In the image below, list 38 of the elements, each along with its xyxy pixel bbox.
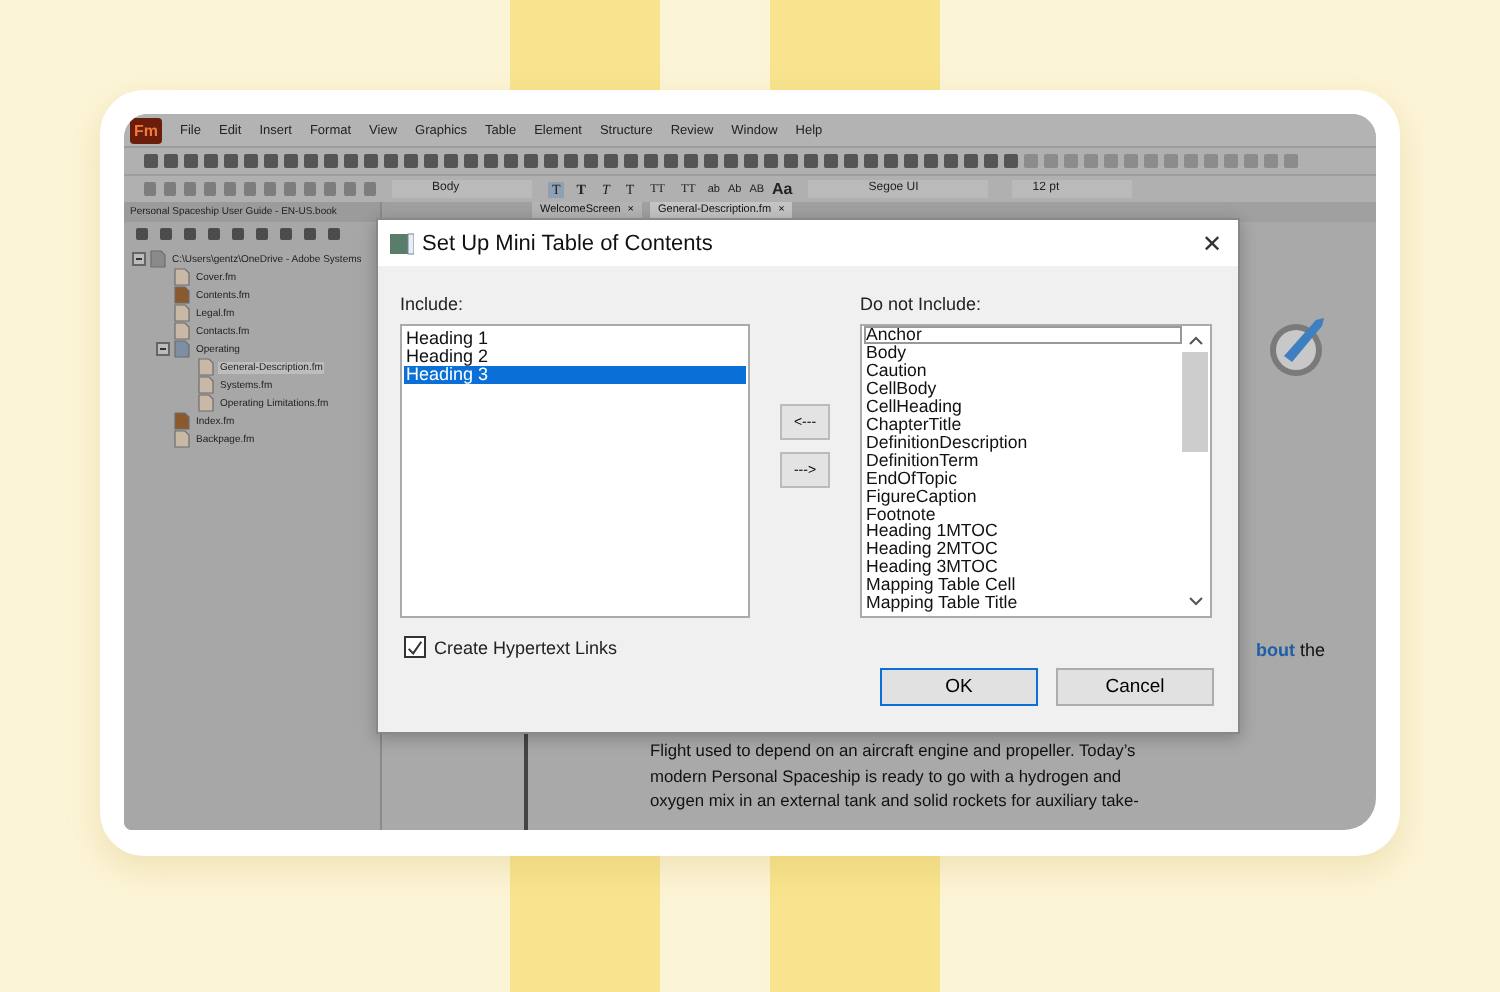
dialog-title: Set Up Mini Table of Contents <box>422 231 715 255</box>
list-item[interactable]: Caution <box>864 361 1182 380</box>
case-style-button[interactable]: Aa <box>772 180 793 198</box>
cancel-button[interactable]: Cancel <box>1056 668 1214 706</box>
checkbox[interactable] <box>404 636 426 658</box>
exclude-list[interactable] <box>860 324 1212 618</box>
list-item[interactable]: ChapterTitle <box>864 415 1182 434</box>
scroll-down-icon[interactable] <box>1187 596 1203 608</box>
ok-button[interactable]: OK <box>880 668 1038 706</box>
list-item[interactable]: FigureCaption <box>864 487 1182 506</box>
include-list[interactable]: Heading 1 Heading 2 Heading 3 <box>400 324 750 618</box>
collapse-icon[interactable] <box>156 342 170 356</box>
list-item[interactable]: EndOfTopic <box>864 469 1182 488</box>
list-item[interactable]: Heading 1 <box>404 330 746 348</box>
list-label: Do not Include: <box>860 294 984 314</box>
list-item[interactable]: Anchor <box>864 326 1182 344</box>
list-item[interactable]: Heading 3 <box>404 365 746 384</box>
list-item[interactable]: Mapping Table Title <box>864 594 1182 613</box>
list-item[interactable]: Footnote <box>864 505 1182 523</box>
list-label: Include: <box>400 294 466 314</box>
list-item[interactable]: CellHeading <box>864 397 1182 416</box>
list-item[interactable]: Heading 2 <box>404 347 746 366</box>
list-item[interactable]: Heading 2MTOC <box>864 540 1182 559</box>
list-item[interactable]: Heading 1MTOC <box>864 522 1182 541</box>
collapse-icon[interactable] <box>132 252 146 266</box>
close-button[interactable]: ✕ <box>1186 229 1238 257</box>
list-item[interactable]: Heading 3MTOC <box>864 558 1182 577</box>
dialog-app-icon <box>390 231 414 255</box>
body-paragraph: Flight used to depend on an aircraft engine and propeller. Today’s modern Personal Spaceship is ready to go with a hydrogen and oxygen mix in an external tank and solid rockets for auxiliary take- <box>650 738 1141 813</box>
body-text: bout the <box>1256 640 1326 660</box>
list-item[interactable]: DefinitionDescription <box>864 433 1182 452</box>
list-item[interactable]: Mapping Table Cell <box>864 576 1182 595</box>
scroll-up-icon[interactable] <box>1187 334 1203 346</box>
list-item[interactable]: CellBody <box>864 379 1182 398</box>
checkbox-label[interactable]: Create Hypertext Links <box>434 637 618 657</box>
app-logo: Fm <box>130 117 162 143</box>
list-item[interactable]: Body <box>864 343 1182 362</box>
list-item[interactable]: DefinitionTerm <box>864 451 1182 470</box>
